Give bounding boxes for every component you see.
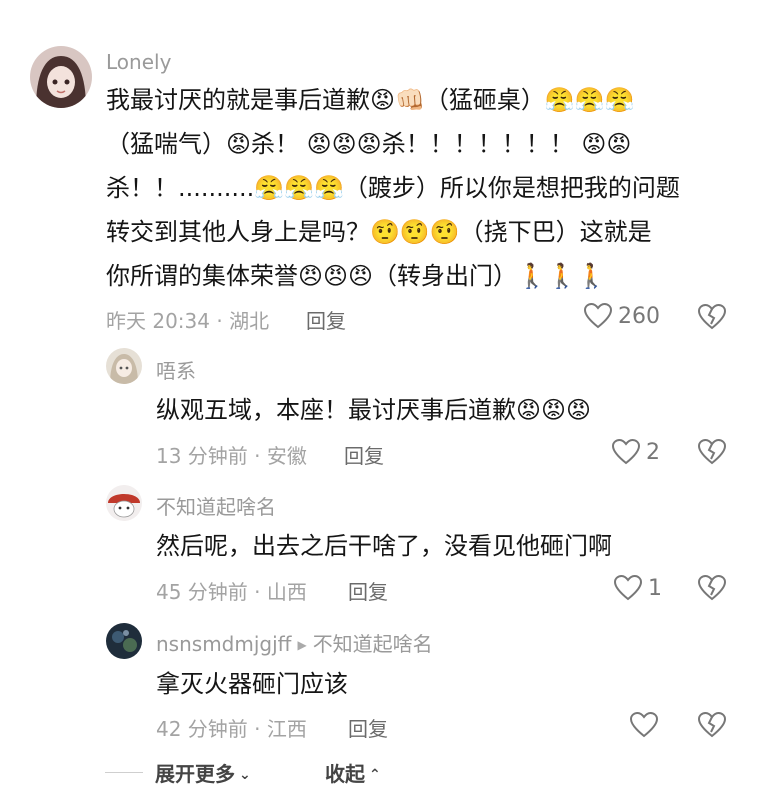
- reply-author[interactable]: nsnsmdmjgjff: [156, 632, 291, 656]
- like-count: 1: [648, 575, 662, 601]
- comment-username[interactable]: 不知道起啥名: [156, 491, 276, 520]
- avatar[interactable]: [106, 485, 142, 521]
- dislike-button[interactable]: [698, 575, 726, 601]
- like-button[interactable]: 2: [612, 439, 660, 465]
- comment-main: Lonely 我最讨厌的就是事后道歉😡👊🏻（猛砸桌）😤😤😤 （猛喘气）😡杀！ 😡…: [0, 0, 758, 340]
- like-count: 260: [618, 303, 660, 329]
- collapse-button[interactable]: 收起 ⌃: [325, 758, 381, 787]
- comment-text-line: 我最讨厌的就是事后道歉😡👊🏻（猛砸桌）😤😤😤: [106, 86, 635, 114]
- heart-icon: [584, 303, 612, 329]
- reply-comment: 唔系 纵观五域，本座！最讨厌事后道歉😡😡😡 13 分钟前 · 安徽 回复 2: [0, 340, 758, 475]
- expand-more-button[interactable]: 展开更多 ⌄: [155, 758, 251, 787]
- reply-button[interactable]: 回复: [344, 440, 384, 469]
- like-button[interactable]: 260: [584, 303, 660, 329]
- reply-button[interactable]: 回复: [348, 713, 388, 742]
- heart-icon: [614, 575, 642, 601]
- reply-arrow-icon: ▶: [297, 638, 307, 652]
- chevron-up-icon: ⌃: [369, 767, 381, 783]
- heart-icon: [630, 712, 658, 738]
- broken-heart-icon: [698, 439, 726, 465]
- broken-heart-icon: [698, 712, 726, 738]
- reply-button[interactable]: 回复: [348, 576, 388, 605]
- divider: [105, 772, 143, 773]
- comment-username[interactable]: nsnsmdmjgjff ▶ 不知道起啥名: [156, 628, 433, 657]
- replies-toggle-row: 展开更多 ⌄ 收起 ⌃: [105, 758, 505, 788]
- dislike-button[interactable]: [698, 439, 726, 465]
- like-button[interactable]: [630, 712, 658, 738]
- comment-username[interactable]: Lonely: [106, 50, 171, 74]
- broken-heart-icon: [698, 304, 726, 330]
- comment-text-line: （猛喘气）😡杀！ 😡😡😡杀！！！！！！！ 😡😡: [106, 130, 632, 158]
- chevron-down-icon: ⌄: [239, 767, 251, 783]
- comment-text-line: 然后呢，出去之后干啥了，没看见他砸门啊: [156, 532, 612, 560]
- dislike-button[interactable]: [698, 712, 726, 738]
- comment-text-line: 纵观五域，本座！最讨厌事后道歉😡😡😡: [156, 396, 592, 424]
- like-count: 2: [646, 439, 660, 465]
- comment-meta: 13 分钟前 · 安徽: [156, 444, 307, 468]
- broken-heart-icon: [698, 575, 726, 601]
- reply-target[interactable]: 不知道起啥名: [313, 632, 433, 656]
- reply-button[interactable]: 回复: [306, 305, 346, 334]
- comment-text-line: 转交到其他人身上是吗？🤨🤨🤨（挠下巴）这就是: [106, 218, 652, 246]
- heart-icon: [612, 439, 640, 465]
- dislike-button[interactable]: [698, 304, 726, 330]
- avatar[interactable]: [106, 348, 142, 384]
- collapse-label: 收起: [325, 762, 365, 786]
- comment-text-line: 你所谓的集体荣誉😠😠😠（转身出门）🚶🚶🚶: [106, 262, 607, 290]
- comment-username[interactable]: 唔系: [156, 355, 196, 384]
- comment-meta: 昨天 20:34 · 湖北: [106, 309, 270, 333]
- comment-text-line: 杀！！..........😤😤😤（踱步）所以你是想把我的问题: [106, 174, 680, 202]
- comment-text-line: 拿灭火器砸门应该: [156, 670, 348, 698]
- expand-label: 展开更多: [155, 762, 235, 786]
- comment-meta: 42 分钟前 · 江西: [156, 717, 307, 741]
- comment-meta: 45 分钟前 · 山西: [156, 580, 307, 604]
- avatar[interactable]: [106, 623, 142, 659]
- avatar[interactable]: [30, 46, 92, 108]
- like-button[interactable]: 1: [614, 575, 662, 601]
- reply-comment: nsnsmdmjgjff ▶ 不知道起啥名 拿灭火器砸门应该 42 分钟前 · 江西…: [0, 615, 758, 750]
- reply-comment: 不知道起啥名 然后呢，出去之后干啥了，没看见他砸门啊 45 分钟前 · 山西 回…: [0, 475, 758, 615]
